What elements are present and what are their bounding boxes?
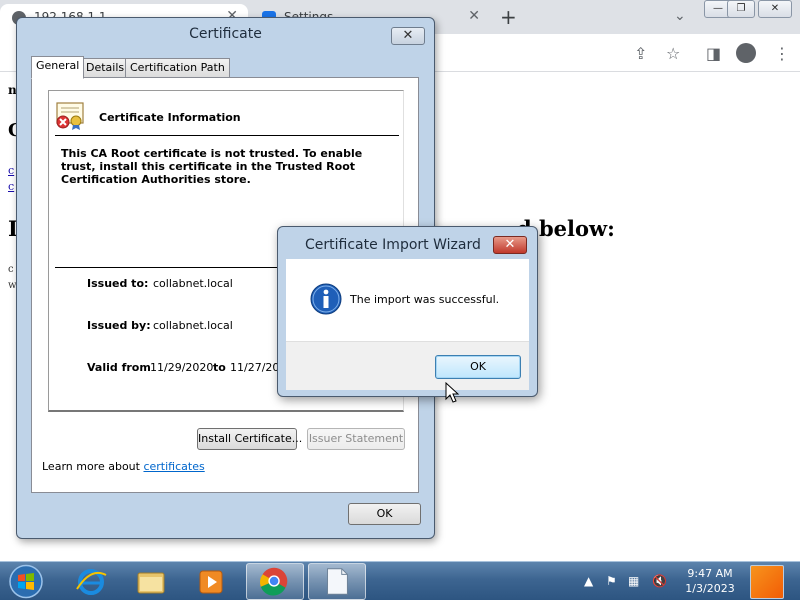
trust-warning-message: This CA Root certificate is not trusted.… — [61, 147, 363, 186]
install-certificate-button[interactable]: Install Certificate... — [197, 428, 302, 450]
profile-icon[interactable] — [736, 43, 756, 63]
internet-explorer-icon[interactable] — [62, 563, 120, 600]
clock-time: 9:47 AM — [687, 567, 733, 580]
new-tab-button[interactable]: + — [500, 5, 517, 29]
certificates-link[interactable]: certificates — [143, 460, 204, 473]
page-link-fragment[interactable]: c — [8, 164, 14, 177]
volume-muted-icon[interactable]: 🔇 — [652, 574, 667, 588]
issued-by-value: collabnet.local — [153, 319, 233, 332]
mouse-cursor-icon — [445, 382, 460, 403]
media-player-icon[interactable] — [182, 563, 240, 600]
menu-icon[interactable]: ⋮ — [774, 44, 790, 63]
valid-to-label: to — [213, 361, 226, 374]
user-picture-thumbnail[interactable] — [750, 565, 784, 599]
page-link-fragment[interactable]: c — [8, 180, 14, 193]
tab-close-icon[interactable]: ✕ — [468, 8, 480, 24]
tab-search-icon[interactable]: ⌄ — [674, 8, 686, 24]
document-icon[interactable] — [308, 563, 366, 600]
issued-by-label: Issued by: — [87, 319, 151, 332]
learn-more-text: Learn more about certificates — [42, 460, 205, 473]
learn-more-prefix: Learn more about — [42, 460, 140, 473]
star-icon[interactable]: ☆ — [666, 44, 680, 63]
chrome-icon[interactable] — [246, 563, 304, 600]
dialog-title: Certificate Import Wizard — [305, 237, 481, 253]
success-message: The import was successful. — [350, 293, 500, 306]
untrusted-certificate-icon — [56, 102, 84, 130]
share-icon[interactable]: ⇪ — [634, 44, 647, 63]
import-wizard-dialog: Certificate Import Wizard ✕ The import w… — [277, 226, 538, 397]
close-button[interactable]: ✕ — [493, 236, 527, 254]
info-heading: Certificate Information — [99, 111, 241, 124]
issued-to-value: collabnet.local — [153, 277, 233, 290]
system-clock[interactable]: 9:47 AM 1/3/2023 — [680, 566, 740, 596]
valid-from-label: Valid from — [87, 361, 151, 374]
tab-details[interactable]: Details — [81, 58, 130, 78]
ok-button[interactable]: OK — [348, 503, 421, 525]
tab-general[interactable]: General — [31, 56, 85, 79]
information-icon — [310, 283, 342, 315]
issued-to-label: Issued to: — [87, 277, 149, 290]
issuer-statement-button[interactable]: Issuer Statement — [307, 428, 405, 450]
ok-button[interactable]: OK — [435, 355, 521, 379]
divider — [55, 267, 285, 268]
file-explorer-icon[interactable] — [122, 563, 180, 600]
close-button[interactable]: ✕ — [391, 27, 425, 45]
side-panel-icon[interactable]: ◨ — [706, 44, 721, 63]
restore-button[interactable]: ❐ — [727, 0, 755, 18]
divider — [55, 135, 399, 136]
valid-from-value: 11/29/2020 — [150, 361, 214, 374]
tab-certification-path[interactable]: Certification Path — [125, 58, 230, 78]
show-hidden-icons-icon[interactable]: ▲ — [584, 574, 593, 588]
clock-date: 1/3/2023 — [685, 582, 735, 595]
start-button-icon[interactable] — [7, 563, 45, 600]
close-window-button[interactable]: ✕ — [758, 0, 792, 18]
taskbar: ▲ ⚑ ▦ 🔇 9:47 AM 1/3/2023 — [0, 561, 800, 600]
page-text-fragment: c — [8, 264, 14, 275]
network-icon[interactable]: ▦ — [628, 574, 639, 588]
action-center-flag-icon[interactable]: ⚑ — [606, 574, 617, 588]
dialog-title: Certificate — [189, 26, 262, 42]
